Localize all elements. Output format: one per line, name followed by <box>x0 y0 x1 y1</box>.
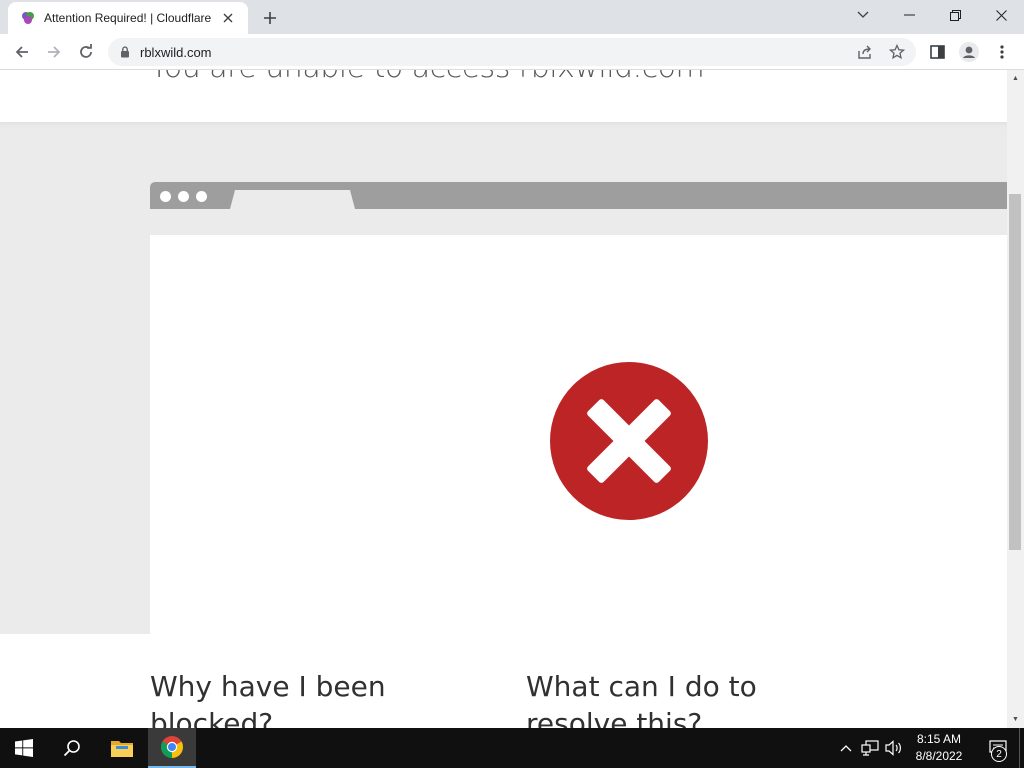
side-panel-icon[interactable] <box>922 37 952 67</box>
file-explorer-icon[interactable] <box>98 728 146 768</box>
tab-title: Attention Required! | Cloudflare <box>44 11 212 25</box>
start-icon[interactable] <box>0 728 48 768</box>
minimize-icon[interactable] <box>886 0 932 30</box>
close-window-icon[interactable] <box>978 0 1024 30</box>
cloudflare-favicon-icon <box>22 12 34 24</box>
address-bar[interactable]: rblxwild.com <box>108 38 916 66</box>
page-viewport: You are unable to access rblxwild.com Wh… <box>0 70 1007 728</box>
url-text: rblxwild.com <box>140 44 212 60</box>
tab-strip: Attention Required! | Cloudflare <box>0 0 1024 34</box>
notification-count-badge: 2 <box>991 746 1007 762</box>
browser-tab[interactable]: Attention Required! | Cloudflare <box>8 2 248 34</box>
page-heading: You are unable to access rblxwild.com <box>150 70 705 85</box>
why-blocked-heading: Why have I been blocked? <box>150 670 386 728</box>
clock-date: 8/8/2022 <box>915 749 963 763</box>
illustration-address-strip <box>150 209 1007 235</box>
error-x-icon <box>550 362 708 520</box>
scroll-down-arrow-icon[interactable]: ▼ <box>1007 711 1024 728</box>
menu-kebab-icon[interactable] <box>987 37 1017 67</box>
chrome-icon[interactable] <box>148 728 196 768</box>
profile-avatar-icon[interactable] <box>954 37 984 67</box>
clock-time: 8:15 AM <box>916 732 962 746</box>
network-icon[interactable] <box>860 738 880 758</box>
illustration-window-body <box>150 235 1007 635</box>
lock-icon <box>121 46 129 58</box>
reload-button[interactable] <box>71 37 101 67</box>
bookmark-star-icon[interactable] <box>886 42 908 62</box>
page-scrollbar[interactable]: ▲ ▼ <box>1007 70 1024 728</box>
illustration-tab <box>230 190 355 209</box>
windows-taskbar: 8:15 AM 8/8/2022 2 <box>0 728 1024 768</box>
restore-icon[interactable] <box>932 0 978 30</box>
show-desktop-button[interactable] <box>1019 728 1020 768</box>
resolve-heading: What can I do to resolve this? <box>526 670 757 728</box>
illustration-dot <box>178 191 189 202</box>
share-icon[interactable] <box>854 42 876 62</box>
scroll-up-arrow-icon[interactable]: ▲ <box>1007 70 1024 87</box>
new-tab-button[interactable] <box>256 4 284 32</box>
volume-icon[interactable] <box>884 738 904 758</box>
search-icon[interactable] <box>48 728 96 768</box>
illustration-dot <box>196 191 207 202</box>
browser-toolbar: rblxwild.com <box>0 34 1024 70</box>
tab-close-icon[interactable] <box>218 8 238 28</box>
browser-illustration-bar <box>150 182 1007 209</box>
system-clock[interactable]: 8:15 AM 8/8/2022 <box>906 731 972 765</box>
back-button[interactable] <box>7 37 37 67</box>
forward-button[interactable] <box>39 37 69 67</box>
scrollbar-thumb[interactable] <box>1009 194 1021 550</box>
show-hidden-icons-chevron-icon[interactable] <box>836 738 856 758</box>
illustration-dot <box>160 191 171 202</box>
tab-search-icon[interactable] <box>840 0 886 30</box>
